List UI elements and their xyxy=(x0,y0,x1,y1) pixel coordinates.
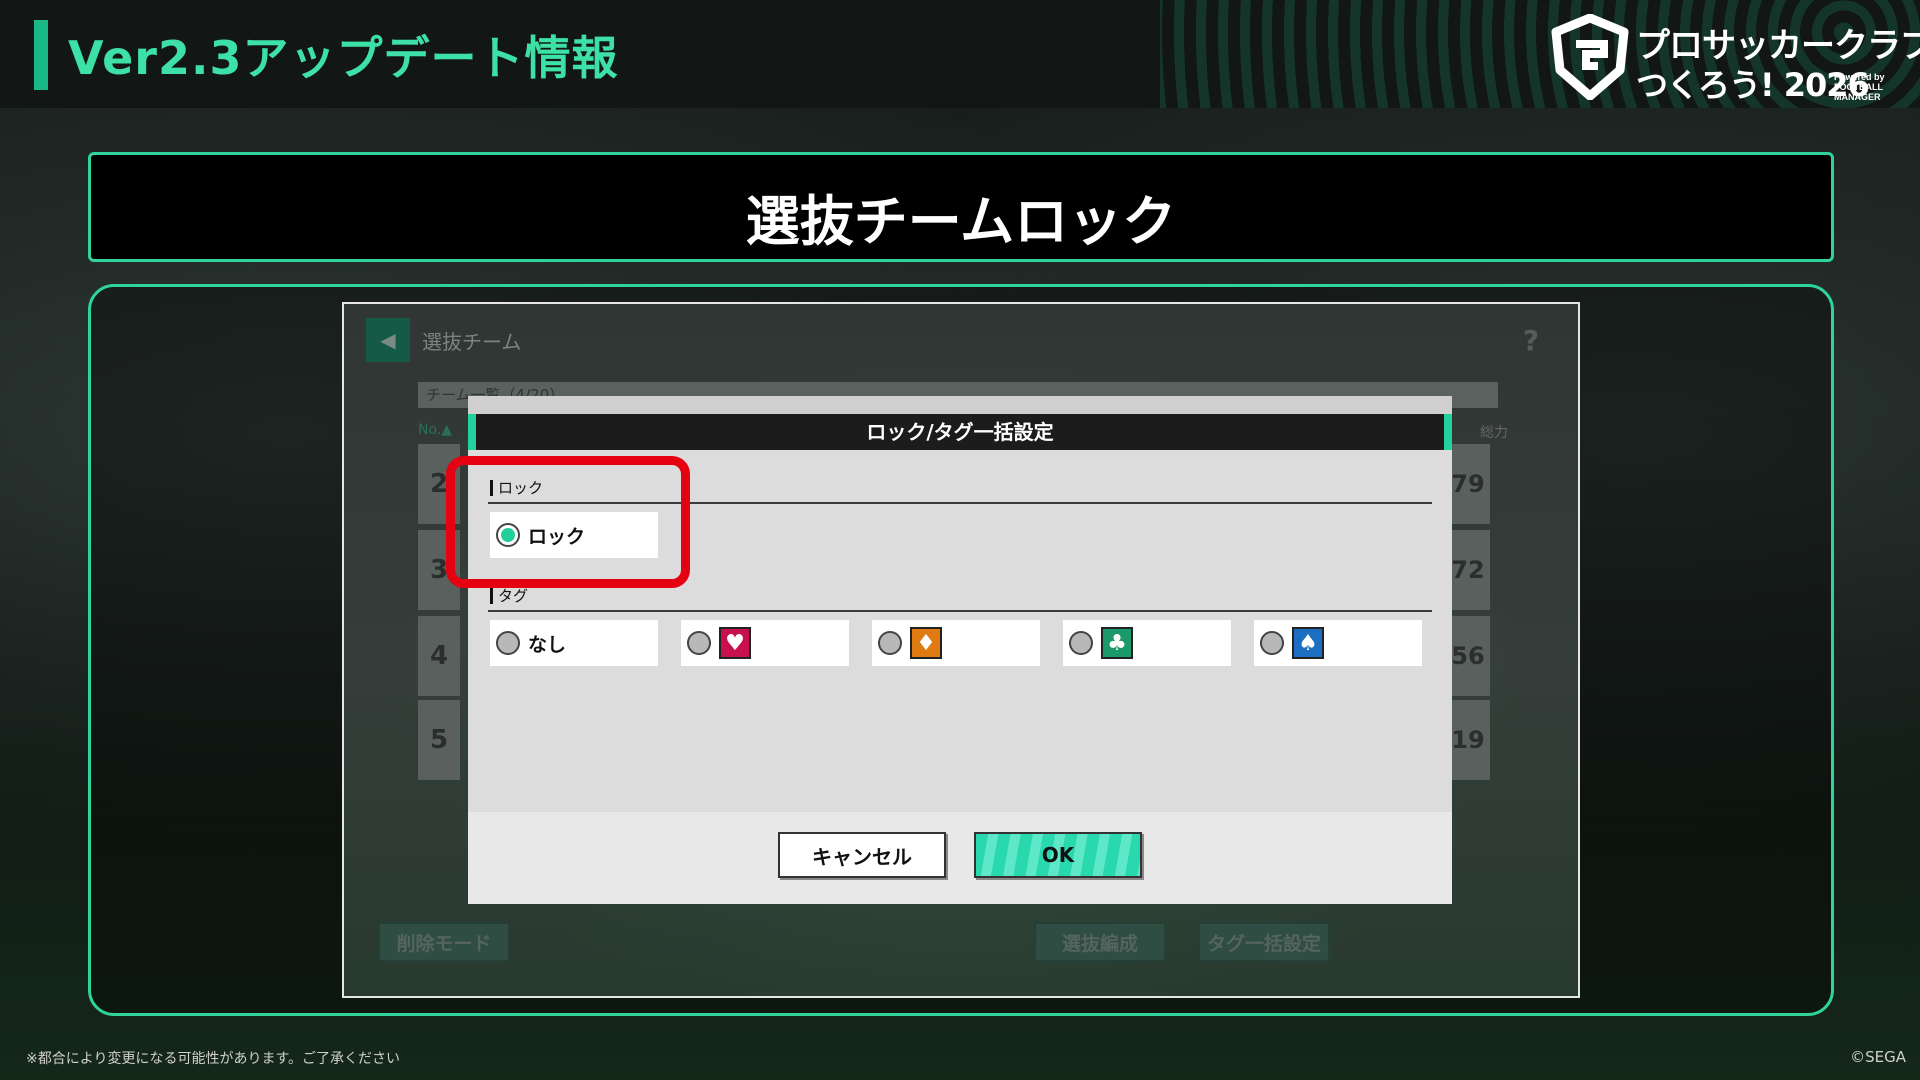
dialog-footer xyxy=(468,812,1452,904)
help-icon[interactable]: ? xyxy=(1508,318,1554,364)
row-number: 5 xyxy=(418,700,460,780)
ok-button[interactable]: OK xyxy=(974,832,1142,878)
row-value: 72 xyxy=(1446,530,1490,610)
radio-icon[interactable] xyxy=(1260,631,1284,655)
diamond-icon: ♦ xyxy=(910,627,942,659)
screen-title: 選抜チーム xyxy=(422,330,522,354)
top-bar: Ver2.3アップデート情報 プロサッカークラブを つくろう! 2026 Pow… xyxy=(0,0,1920,108)
row-value: 79 xyxy=(1446,444,1490,524)
tag-option-club[interactable]: ♣ xyxy=(1063,620,1231,666)
back-arrow-icon: ◀ xyxy=(380,328,396,352)
page-title: Ver2.3アップデート情報 xyxy=(68,31,619,85)
column-total[interactable]: 総力 xyxy=(1480,422,1508,442)
tag-option-diamond[interactable]: ♦ xyxy=(872,620,1040,666)
radio-icon[interactable] xyxy=(687,631,711,655)
shield-logo-icon xyxy=(1551,14,1629,100)
select-edit-button[interactable]: 選抜編成 xyxy=(1034,922,1166,962)
logo-fm: Powered by FOOTBALL MANAGER xyxy=(1834,72,1885,102)
dialog-title: ロック/タグ一括設定 xyxy=(468,414,1452,450)
tag-none-label: なし xyxy=(528,633,567,656)
row-number: 4 xyxy=(418,616,460,696)
radio-icon[interactable] xyxy=(878,631,902,655)
tag-bulk-button[interactable]: タグ一括設定 xyxy=(1198,922,1330,962)
back-button[interactable]: ◀ xyxy=(366,318,410,362)
disclaimer: ※都合により変更になる可能性があります。ご了承ください xyxy=(26,1051,401,1067)
copyright: ©SEGA xyxy=(1850,1048,1906,1066)
spade-icon: ♠ xyxy=(1292,627,1324,659)
column-no[interactable]: No.▲ xyxy=(418,422,452,438)
feature-heading: 選抜チームロック xyxy=(745,190,1177,253)
radio-icon[interactable] xyxy=(496,631,520,655)
heart-icon: ♥ xyxy=(719,627,751,659)
tag-option-spade[interactable]: ♠ xyxy=(1254,620,1422,666)
game-logo: プロサッカークラブを つくろう! 2026 Powered by FOOTBAL… xyxy=(1550,10,1920,104)
highlight-box xyxy=(446,456,690,588)
delete-mode-button[interactable]: 削除モード xyxy=(378,922,510,962)
tag-option-none[interactable]: なし xyxy=(490,620,658,666)
club-icon: ♣ xyxy=(1101,627,1133,659)
row-value: 19 xyxy=(1446,700,1490,780)
title-accent-bar xyxy=(34,20,48,90)
tag-section-label: タグ xyxy=(490,588,528,604)
heading-box: 選抜チームロック xyxy=(88,152,1834,262)
tag-section-divider xyxy=(488,610,1432,612)
tag-option-heart[interactable]: ♥ xyxy=(681,620,849,666)
row-value: 56 xyxy=(1446,616,1490,696)
cancel-button[interactable]: キャンセル xyxy=(778,832,946,878)
radio-icon[interactable] xyxy=(1069,631,1093,655)
dialog-top-stripe xyxy=(468,396,1452,414)
